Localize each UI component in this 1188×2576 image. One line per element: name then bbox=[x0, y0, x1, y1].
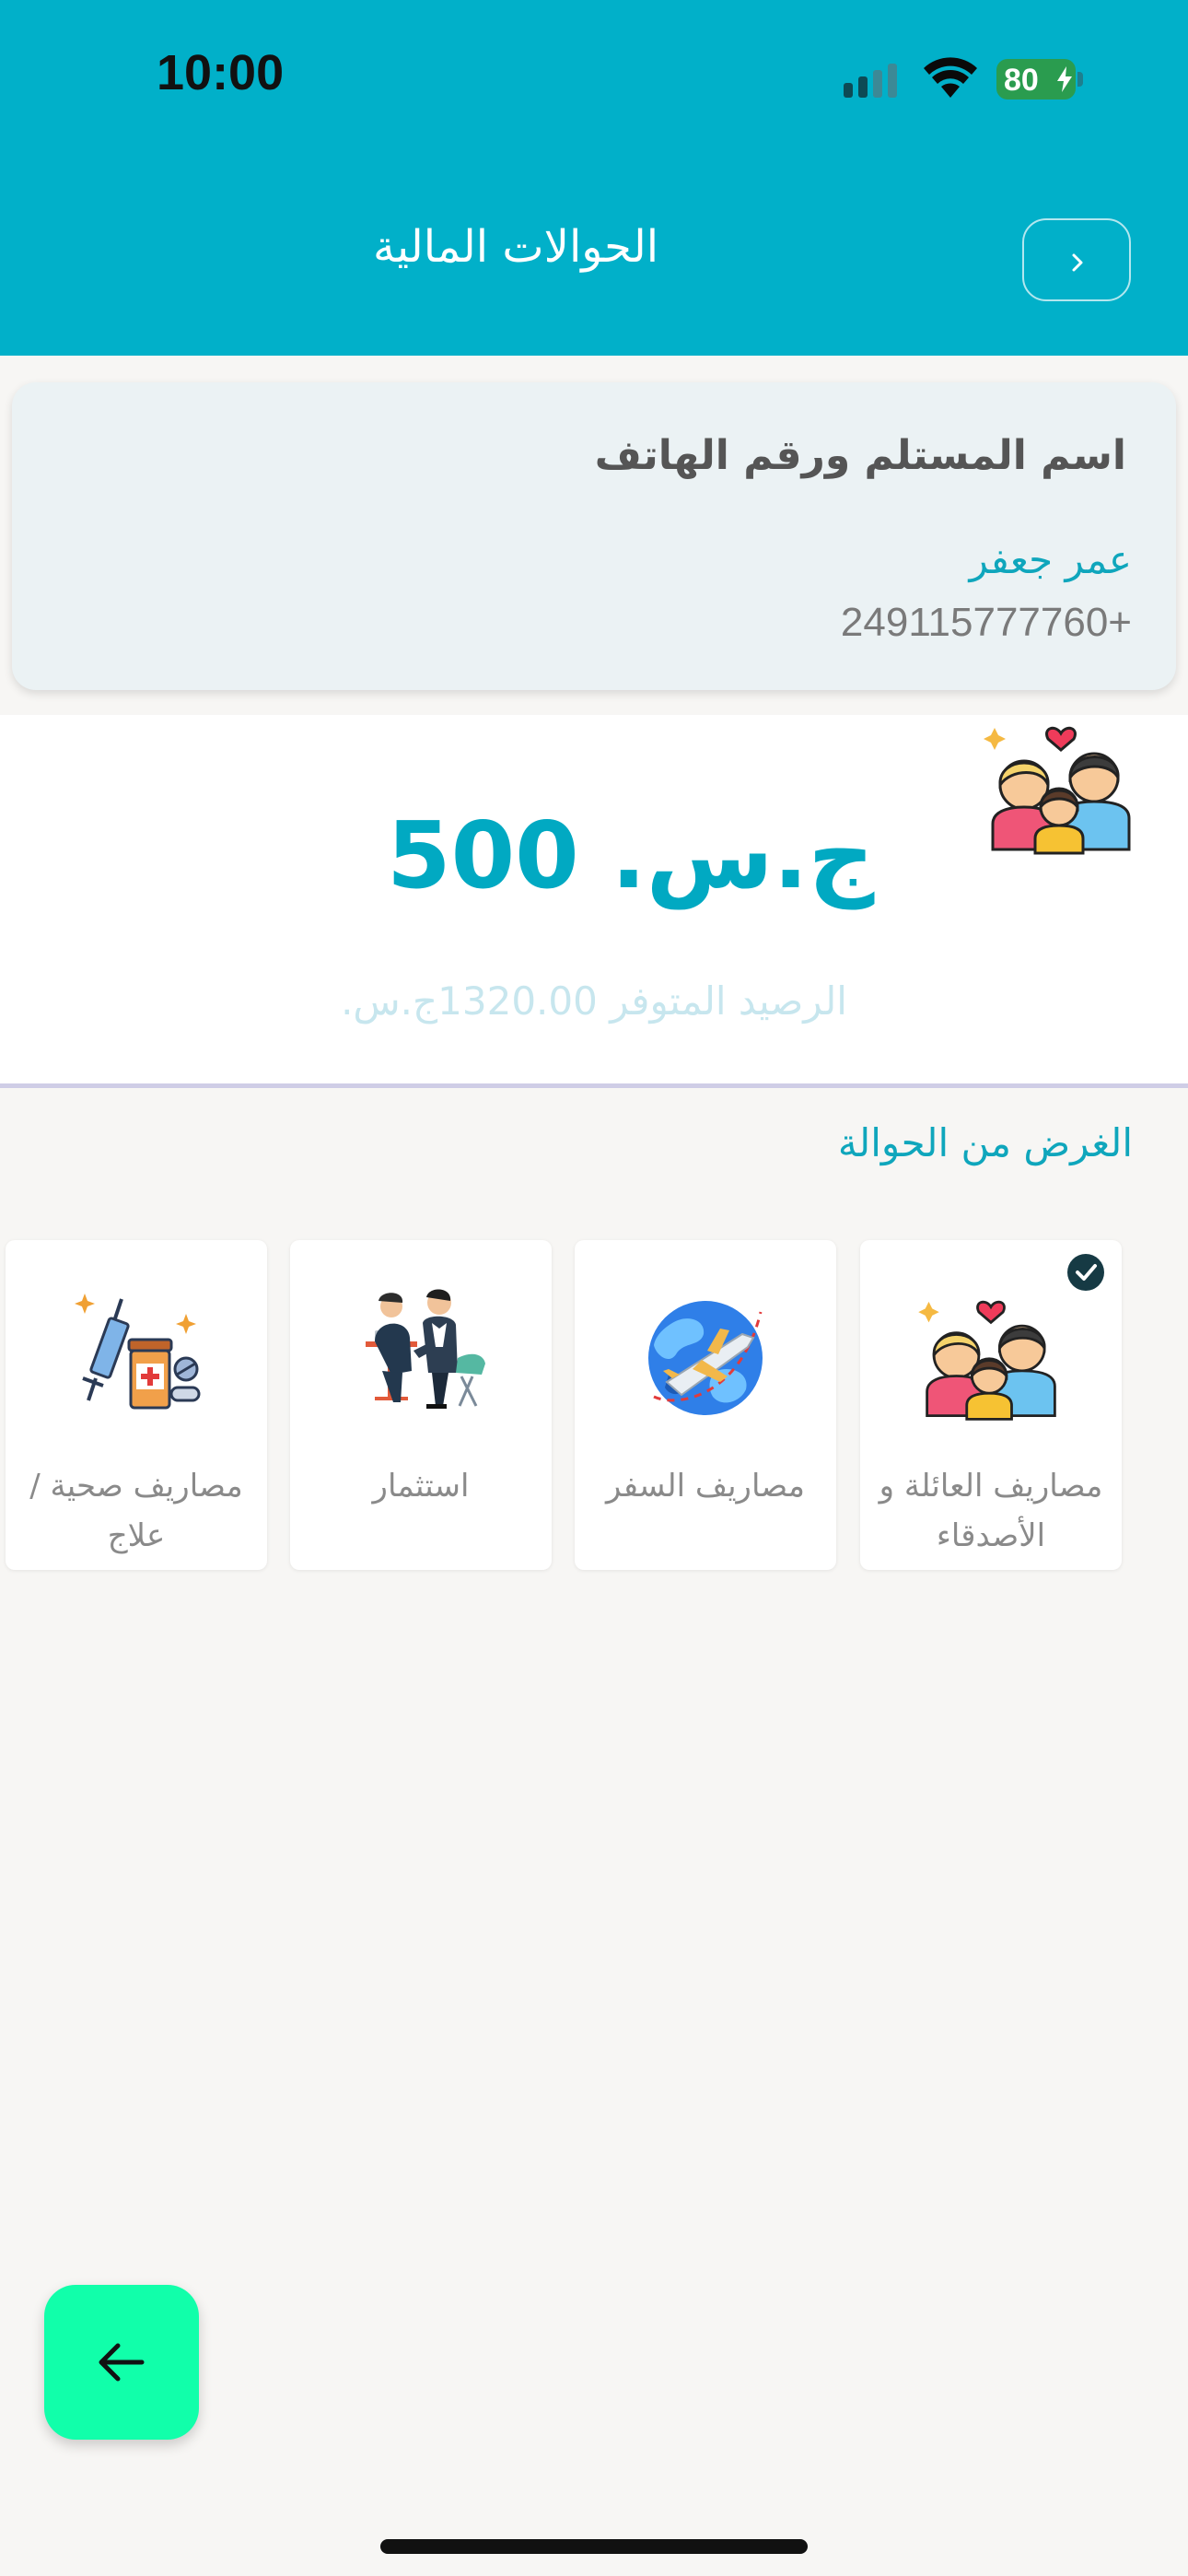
amount-divider bbox=[0, 1083, 1188, 1088]
battery-indicator: 80 bbox=[996, 59, 1083, 100]
purpose-option-label: استثمار bbox=[372, 1468, 470, 1505]
purpose-option-label: مصاريف السفر bbox=[605, 1468, 806, 1505]
medical-icon bbox=[75, 1294, 201, 1410]
amount-currency: ج.س. bbox=[611, 802, 875, 909]
charging-bolt-icon bbox=[1057, 66, 1072, 92]
arrow-left-icon bbox=[99, 2343, 145, 2382]
page-title: الحوالات المالية bbox=[372, 221, 659, 273]
home-indicator bbox=[380, 2539, 808, 2554]
business-meeting-icon bbox=[366, 1289, 485, 1409]
purpose-label: الغرض من الحوالة bbox=[837, 1120, 1133, 1165]
battery-level: 80 bbox=[1004, 63, 1039, 98]
status-time: 10:00 bbox=[157, 45, 285, 100]
amount-value: 500 bbox=[387, 802, 579, 909]
purpose-option-label: مصاريف العائلة و الأصدقاء bbox=[879, 1468, 1103, 1554]
purpose-option-family[interactable]: مصاريف العائلة و الأصدقاء bbox=[860, 1240, 1122, 1570]
purpose-option-travel[interactable]: مصاريف السفر bbox=[575, 1240, 836, 1570]
recipient-label: اسم المستلم ورقم الهاتف bbox=[594, 432, 1126, 479]
travel-globe-icon bbox=[648, 1301, 763, 1415]
purpose-option-investment[interactable]: استثمار bbox=[290, 1240, 552, 1570]
header-back-button[interactable] bbox=[1022, 218, 1131, 301]
available-balance: الرصيد المتوفر 1320.00ج.س. bbox=[341, 978, 847, 1024]
check-icon bbox=[1067, 1254, 1104, 1291]
family-icon bbox=[984, 726, 1131, 855]
chevron-right-icon bbox=[1072, 253, 1083, 272]
cellular-signal-icon bbox=[844, 64, 897, 98]
recipient-phone: 249115777760+ bbox=[840, 600, 1132, 645]
recipient-card: اسم المستلم ورقم الهاتف عمر جعفر 2491157… bbox=[12, 382, 1176, 690]
family-icon bbox=[918, 1300, 1056, 1421]
wifi-icon bbox=[924, 57, 977, 98]
purpose-option-medical[interactable]: مصاريف صحية / علاج bbox=[6, 1240, 267, 1570]
purpose-option-label: مصاريف صحية / علاج bbox=[29, 1468, 243, 1554]
back-fab-button[interactable] bbox=[44, 2285, 199, 2440]
transfer-amount[interactable]: ج.س. 500 bbox=[387, 802, 875, 909]
recipient-name: عمر جعفر bbox=[969, 537, 1132, 582]
